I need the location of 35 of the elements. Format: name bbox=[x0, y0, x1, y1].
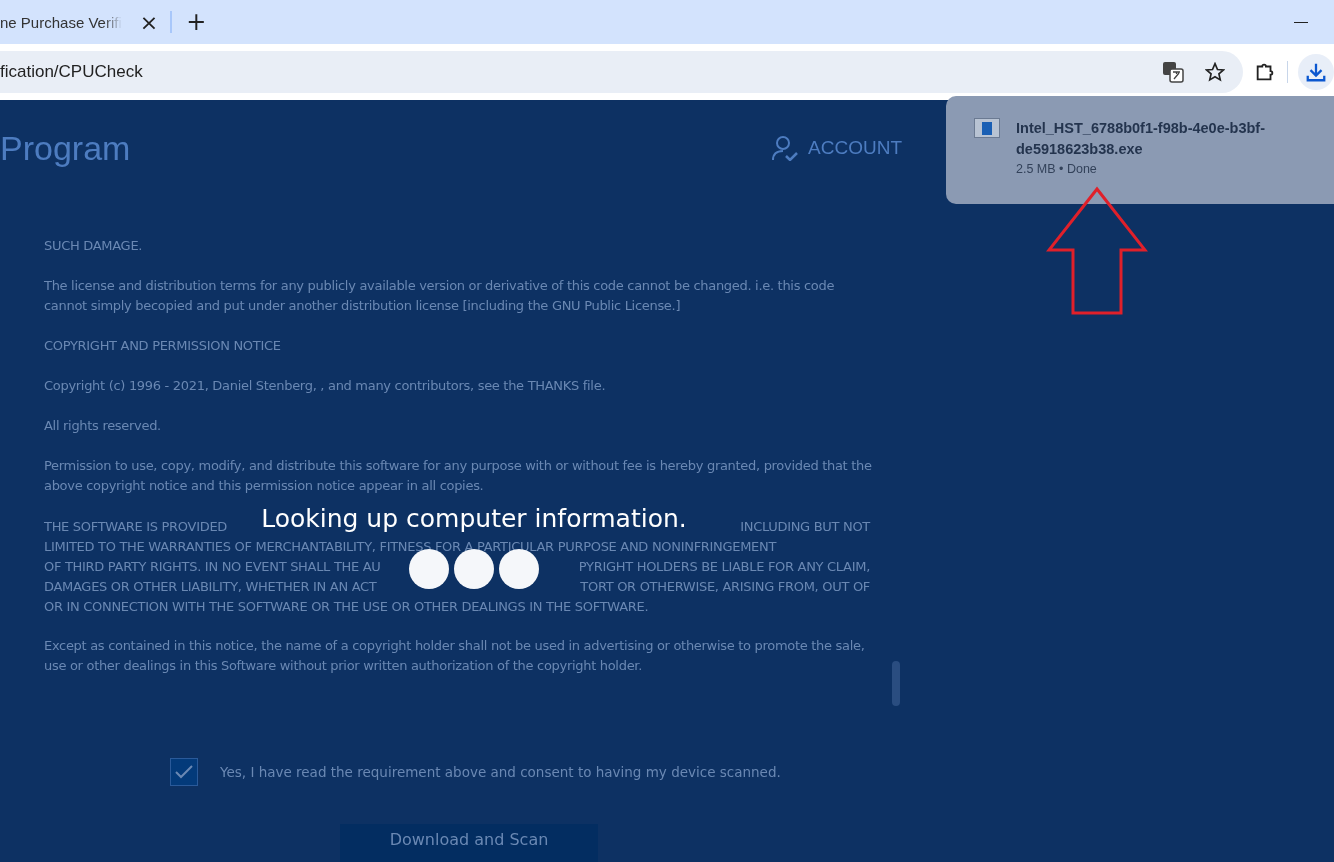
file-icon bbox=[974, 118, 1000, 138]
consent-label: Yes, I have read the requirement above and consent to having my device scanned. bbox=[220, 764, 781, 780]
license-text: THE SOFTWARE IS PROVIDED bbox=[44, 518, 227, 534]
license-paragraph: Except as contained in this notice, the name of a copyright holder shall not be used in advertising or otherwise to promote the sale, use or other dealings in this Software without prior written authorization of the copyright holder. bbox=[44, 637, 866, 675]
download-and-scan-button[interactable]: Download and Scan bbox=[340, 824, 598, 862]
new-tab-button[interactable]: + bbox=[178, 8, 215, 36]
license-paragraph: All rights reserved. bbox=[44, 417, 162, 435]
download-status: 2.5 MB • Done bbox=[1016, 162, 1098, 176]
browser-tab[interactable]: ne Purchase Verifi × bbox=[0, 4, 171, 40]
consent-checkbox[interactable] bbox=[170, 758, 198, 786]
license-paragraph: Copyright (c) 1996 - 2021, Daniel Stenberg, , and many contributors, see the THANKS file. bbox=[44, 377, 607, 395]
brand-title: Program bbox=[0, 128, 131, 168]
license-paragraph: The license and distribution terms for any publicly available version or derivative of this code cannot be changed. i.e. this code cannot simply becopied and put under another distribution license [including the GNU Public License.] bbox=[44, 277, 836, 315]
license-paragraph: COPYRIGHT AND PERMISSION NOTICE bbox=[44, 337, 282, 355]
address-bar[interactable]: fication/CPUCheck bbox=[0, 51, 1243, 93]
license-text: DAMAGES OR OTHER LIABILITY, WHETHER IN AN ACT bbox=[44, 578, 377, 594]
license-text: LIMITED TO THE WARRANTIES OF MERCHANTABILITY, FITNESS FOR A PARTICULAR PURPOSE AND NONINFRINGEMENT bbox=[44, 538, 777, 554]
license-text: TORT OR OTHERWISE, ARISING FROM, OUT OF bbox=[580, 578, 870, 594]
checkmark-icon bbox=[175, 765, 193, 779]
tab-title: ne Purchase Verifi bbox=[0, 13, 122, 31]
user-check-icon bbox=[772, 135, 799, 161]
license-text: INCLUDING BUT NOT bbox=[740, 518, 870, 534]
license-paragraph: SUCH DAMAGE. bbox=[44, 237, 144, 255]
license-text: PYRIGHT HOLDERS BE LIABLE FOR ANY CLAIM, bbox=[578, 558, 870, 574]
license-text: OF THIRD PARTY RIGHTS. IN NO EVENT SHALL THE AU bbox=[44, 558, 381, 574]
star-icon[interactable] bbox=[1203, 60, 1227, 84]
minimize-icon[interactable] bbox=[1294, 21, 1308, 23]
license-text: OR IN CONNECTION WITH THE SOFTWARE OR THE USE OR OTHER DEALINGS IN THE SOFTWARE. bbox=[44, 598, 649, 614]
translate-icon[interactable] bbox=[1161, 60, 1185, 84]
license-paragraph: Permission to use, copy, modify, and distribute this software for any purpose with or without fee is hereby granted, provided that the above copyright notice and this permission notice appear in all copies. bbox=[44, 457, 873, 495]
close-tab-button[interactable]: × bbox=[135, 9, 163, 35]
download-icon[interactable] bbox=[1298, 54, 1334, 90]
scrollbar-thumb[interactable] bbox=[892, 661, 900, 706]
url-text: fication/CPUCheck bbox=[0, 62, 144, 82]
download-filename[interactable]: Intel_HST_6788b0f1-f98b-4e0e-b3bf-de5918623b38.exe bbox=[1016, 118, 1288, 160]
